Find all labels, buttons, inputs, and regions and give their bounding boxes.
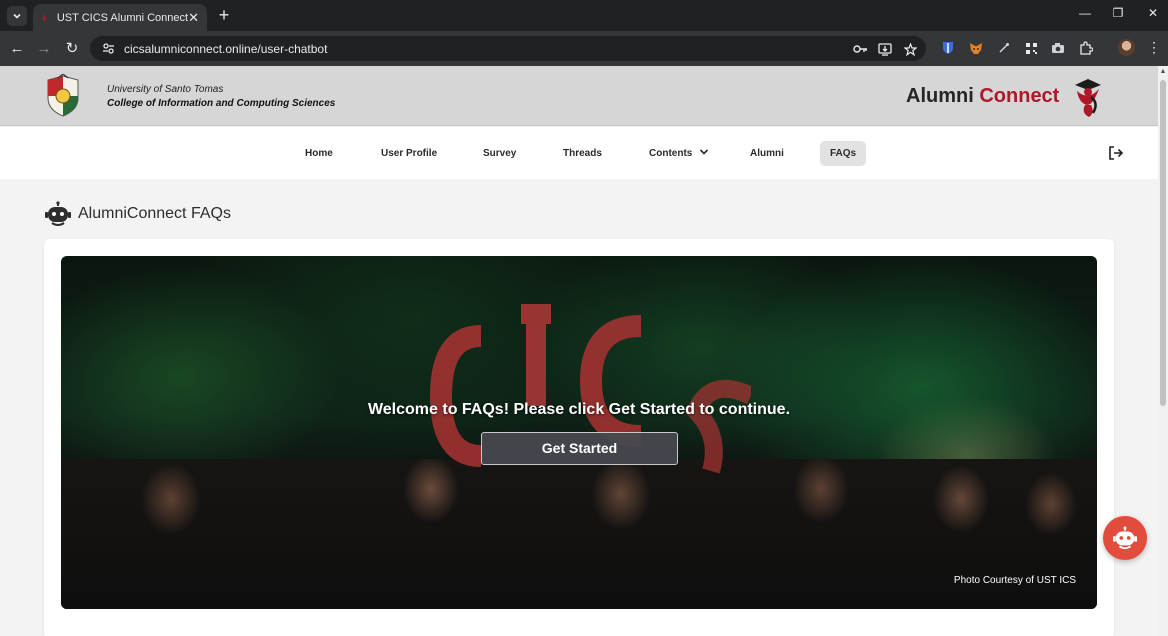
scroll-thumb[interactable] bbox=[1160, 80, 1166, 406]
robot-icon bbox=[45, 201, 71, 226]
url-text: cicsalumniconnect.online/user-chatbot bbox=[124, 41, 328, 56]
restore-button[interactable]: ❐ bbox=[1108, 6, 1128, 20]
profile-avatar[interactable] bbox=[1118, 39, 1135, 56]
nav-home[interactable]: Home bbox=[295, 141, 343, 166]
tab-title: UST CICS Alumni Connect bbox=[56, 11, 189, 24]
scroll-up-arrow-icon[interactable]: ▲ bbox=[1158, 68, 1168, 78]
minimize-button[interactable]: — bbox=[1075, 6, 1095, 20]
get-started-button[interactable]: Get Started bbox=[481, 432, 678, 465]
photo-credit: Photo Courtesy of UST ICS bbox=[953, 575, 1076, 586]
dropper-extension-icon[interactable] bbox=[996, 40, 1012, 56]
chatbot-robot-icon bbox=[1113, 526, 1137, 550]
web-page: University of Santo Tomas College of Inf… bbox=[0, 66, 1158, 636]
page-scrollbar[interactable]: ▲ bbox=[1158, 66, 1168, 636]
brand-title: Alumni Connect bbox=[906, 85, 1059, 108]
nav-contents-label: Contents bbox=[649, 148, 693, 159]
star-icon[interactable] bbox=[902, 41, 918, 57]
faq-card: Welcome to FAQs! Please click Get Starte… bbox=[44, 239, 1114, 636]
close-window-button[interactable]: ✕ bbox=[1143, 6, 1163, 20]
browser-tab-strip: UST CICS Alumni Connect ✕ + — ❐ ✕ bbox=[0, 0, 1168, 31]
address-bar[interactable]: cicsalumniconnect.online/user-chatbot bbox=[90, 36, 926, 61]
ust-seal-logo bbox=[47, 74, 79, 117]
camera-extension-icon[interactable] bbox=[1050, 40, 1066, 56]
bitwarden-extension-icon[interactable] bbox=[940, 40, 956, 56]
nav-contents[interactable]: Contents bbox=[639, 141, 719, 166]
forward-button[interactable]: → bbox=[34, 39, 54, 59]
install-app-icon[interactable] bbox=[877, 41, 893, 57]
extensions-puzzle-icon[interactable] bbox=[1078, 40, 1094, 56]
back-button[interactable]: ← bbox=[7, 39, 27, 59]
main-navigation: Home User Profile Survey Threads Content… bbox=[0, 127, 1158, 179]
password-key-icon[interactable] bbox=[852, 41, 868, 57]
brand-title-part2: Connect bbox=[979, 85, 1060, 107]
metamask-extension-icon[interactable] bbox=[968, 40, 984, 56]
nav-survey[interactable]: Survey bbox=[473, 141, 526, 166]
college-name: College of Information and Computing Sci… bbox=[107, 98, 336, 109]
browser-tab[interactable]: UST CICS Alumni Connect ✕ bbox=[33, 4, 207, 31]
alumni-connect-favicon bbox=[42, 14, 47, 21]
nav-threads[interactable]: Threads bbox=[553, 141, 612, 166]
nav-alumni[interactable]: Alumni bbox=[740, 141, 794, 166]
chevron-down-icon bbox=[700, 149, 709, 155]
welcome-message: Welcome to FAQs! Please click Get Starte… bbox=[367, 401, 791, 418]
site-info-icon[interactable] bbox=[100, 41, 116, 57]
logout-icon[interactable] bbox=[1108, 145, 1124, 161]
tab-search-button[interactable] bbox=[7, 6, 27, 26]
more-menu-icon[interactable]: ⋮ bbox=[1147, 40, 1161, 54]
new-tab-button[interactable]: + bbox=[214, 5, 234, 26]
reload-button[interactable]: ↻ bbox=[62, 39, 82, 59]
chatbot-button[interactable] bbox=[1103, 516, 1147, 560]
chevron-down-icon bbox=[13, 13, 21, 19]
nav-faqs[interactable]: FAQs bbox=[820, 141, 867, 166]
nav-user-profile[interactable]: User Profile bbox=[371, 141, 447, 166]
browser-toolbar: ← → ↻ cicsalumniconnect.online/user-chat… bbox=[0, 31, 1168, 66]
tab-close-icon[interactable]: ✕ bbox=[188, 10, 199, 26]
university-name: University of Santo Tomas bbox=[107, 84, 224, 95]
brand-title-part1: Alumni bbox=[906, 85, 974, 107]
site-header: University of Santo Tomas College of Inf… bbox=[0, 66, 1158, 126]
hero-banner: Welcome to FAQs! Please click Get Starte… bbox=[61, 256, 1097, 609]
page-title: AlumniConnect FAQs bbox=[78, 205, 231, 222]
alumni-connect-logo bbox=[1075, 79, 1101, 117]
faq-heading: AlumniConnect FAQs bbox=[44, 201, 231, 227]
qr-code-extension-icon[interactable] bbox=[1023, 40, 1039, 56]
